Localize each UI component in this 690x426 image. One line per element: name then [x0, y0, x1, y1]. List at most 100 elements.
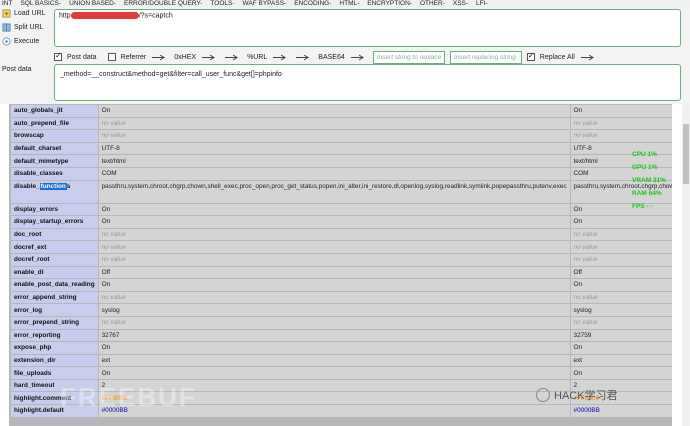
post-data-checkbox[interactable]: [54, 51, 62, 61]
local-value: On: [98, 203, 570, 216]
master-value: On: [570, 279, 672, 291]
table-row: expose_php On On: [11, 342, 672, 354]
url-input[interactable]: http /?s=captch: [54, 9, 681, 47]
directive-name: file_uploads: [11, 367, 98, 379]
menu-item[interactable]: INT: [2, 0, 12, 7]
master-value: On: [570, 105, 672, 117]
local-value: no value: [98, 117, 570, 130]
local-value: no value: [98, 316, 570, 329]
menu-item[interactable]: HTML-: [339, 0, 359, 7]
menu-item[interactable]: UNION BASED-: [69, 0, 116, 7]
insert-replacing-input[interactable]: Insert replacing string: [449, 50, 522, 64]
url-prefix: http: [59, 12, 71, 20]
referrer-checkbox[interactable]: [107, 53, 116, 61]
replace-all-label: Replace All: [539, 53, 575, 61]
overlay-stat: VRAM 31%: [632, 177, 666, 184]
hex-decrease-icon[interactable]: [151, 54, 169, 61]
execute-button[interactable]: Execute: [2, 37, 39, 46]
table-row: error_append_string no value no value: [11, 291, 672, 304]
insert-string-input[interactable]: Insert string to replace: [372, 50, 445, 64]
url-suffix: /?s=captch: [138, 12, 173, 20]
master-value: #0000BB: [570, 405, 672, 417]
master-value: On: [570, 342, 672, 354]
vertical-scrollbar[interactable]: [682, 104, 690, 426]
menu-item[interactable]: ENCRYPTION-: [367, 0, 412, 7]
master-value: On: [570, 216, 672, 228]
table-row: enable_post_data_reading On On: [11, 279, 672, 291]
directive-name: display_startup_errors: [11, 216, 98, 228]
base64-increase-icon[interactable]: [350, 54, 368, 61]
directive-name: error_reporting: [11, 329, 98, 342]
directive-name: docref_root: [11, 253, 98, 266]
directive-name: enable_post_data_reading: [11, 279, 98, 291]
directive-name: doc_root: [11, 228, 98, 241]
replace-all-checkbox[interactable]: [526, 51, 535, 61]
split-url-button[interactable]: Split URL: [2, 23, 44, 32]
table-row: file_uploads On On: [11, 367, 672, 379]
master-value: syslog: [570, 304, 672, 316]
menu-item[interactable]: SQL BASICS-: [20, 0, 61, 7]
table-row: enable_dl Off Off: [11, 266, 672, 279]
table-row: browscap no value no value: [11, 130, 672, 142]
menu-item[interactable]: ENCODING-: [294, 0, 331, 7]
local-value: On: [98, 279, 570, 291]
master-value: Off: [570, 266, 672, 279]
local-value: On: [98, 367, 570, 379]
master-value: ext: [570, 354, 672, 367]
background-watermark: FREEBUF: [60, 382, 197, 412]
local-value: syslog: [98, 304, 570, 316]
table-row: disable_classes COM COM: [11, 167, 672, 180]
menu-item[interactable]: TOOLS-: [210, 0, 234, 7]
url-decrease-icon[interactable]: [224, 54, 242, 61]
menu-item[interactable]: XSS-: [453, 0, 468, 7]
menu-item[interactable]: LFI-: [476, 0, 488, 7]
menu-item[interactable]: WAF BYPASS-: [243, 0, 287, 7]
table-row: default_mimetype text/html text/html: [11, 155, 672, 167]
table-row: disable_functions passthru,system,chroot,…: [11, 180, 672, 203]
base64-decrease-icon[interactable]: [295, 54, 313, 61]
execute-icon: [2, 37, 11, 46]
menu-item[interactable]: OTHER-: [420, 0, 445, 7]
local-value: passthru,system,chroot,chgrp,chown,shell…: [98, 180, 570, 203]
load-url-button[interactable]: Load URL: [2, 9, 46, 18]
directive-name: enable_dl: [11, 266, 98, 279]
search-highlight: function: [39, 182, 67, 190]
url-increase-icon[interactable]: [272, 54, 290, 61]
local-value: text/html: [98, 155, 570, 167]
master-value: no value: [570, 241, 672, 253]
table-row: error_log syslog syslog: [11, 304, 672, 316]
master-value: 32759: [570, 329, 672, 342]
directive-name: browscap: [11, 130, 98, 142]
table-row: docref_root no value no value: [11, 253, 672, 266]
hex-increase-icon[interactable]: [201, 54, 219, 61]
menu-item[interactable]: ERROR/DOUBLE QUERY-: [124, 0, 202, 7]
overlay-stat: FPS - -: [632, 203, 653, 210]
local-value: ext: [98, 354, 570, 367]
local-value: COM: [98, 167, 570, 180]
table-row: display_startup_errors On On: [11, 216, 672, 228]
directive-name: auto_prepend_file: [11, 117, 98, 130]
local-value: On: [98, 105, 570, 117]
post-data-input[interactable]: _method=__construct&method=get&filter=ca…: [54, 64, 681, 101]
load-url-icon: [2, 9, 11, 18]
replace-all-icon[interactable]: [580, 54, 598, 61]
local-value: Off: [98, 266, 570, 279]
local-value: On: [98, 216, 570, 228]
directive-name: display_errors: [11, 203, 98, 216]
scrollbar-thumb[interactable]: [683, 124, 689, 184]
post-data-option-label: Post data: [67, 53, 97, 61]
directive-name: auto_globals_jit: [11, 105, 98, 117]
directive-name: disable_functions: [11, 180, 98, 203]
directive-name: error_append_string: [11, 291, 98, 304]
table-row: default_charset UTF-8 UTF-8: [11, 142, 672, 155]
execute-label: Execute: [14, 38, 40, 45]
base64-label: BASE64: [318, 53, 345, 61]
split-url-icon: [2, 23, 11, 32]
menu-bar: INT SQL BASICS- UNION BASED- ERROR/DOUBLE Q…: [0, 0, 690, 7]
local-value: no value: [98, 130, 570, 142]
redacted-host: [70, 12, 139, 19]
local-value: no value: [98, 228, 570, 241]
table-row: auto_prepend_file no value no value: [11, 117, 672, 130]
directive-name: error_prepend_string: [11, 316, 98, 329]
table-row: error_reporting 32767 32759: [11, 329, 672, 342]
